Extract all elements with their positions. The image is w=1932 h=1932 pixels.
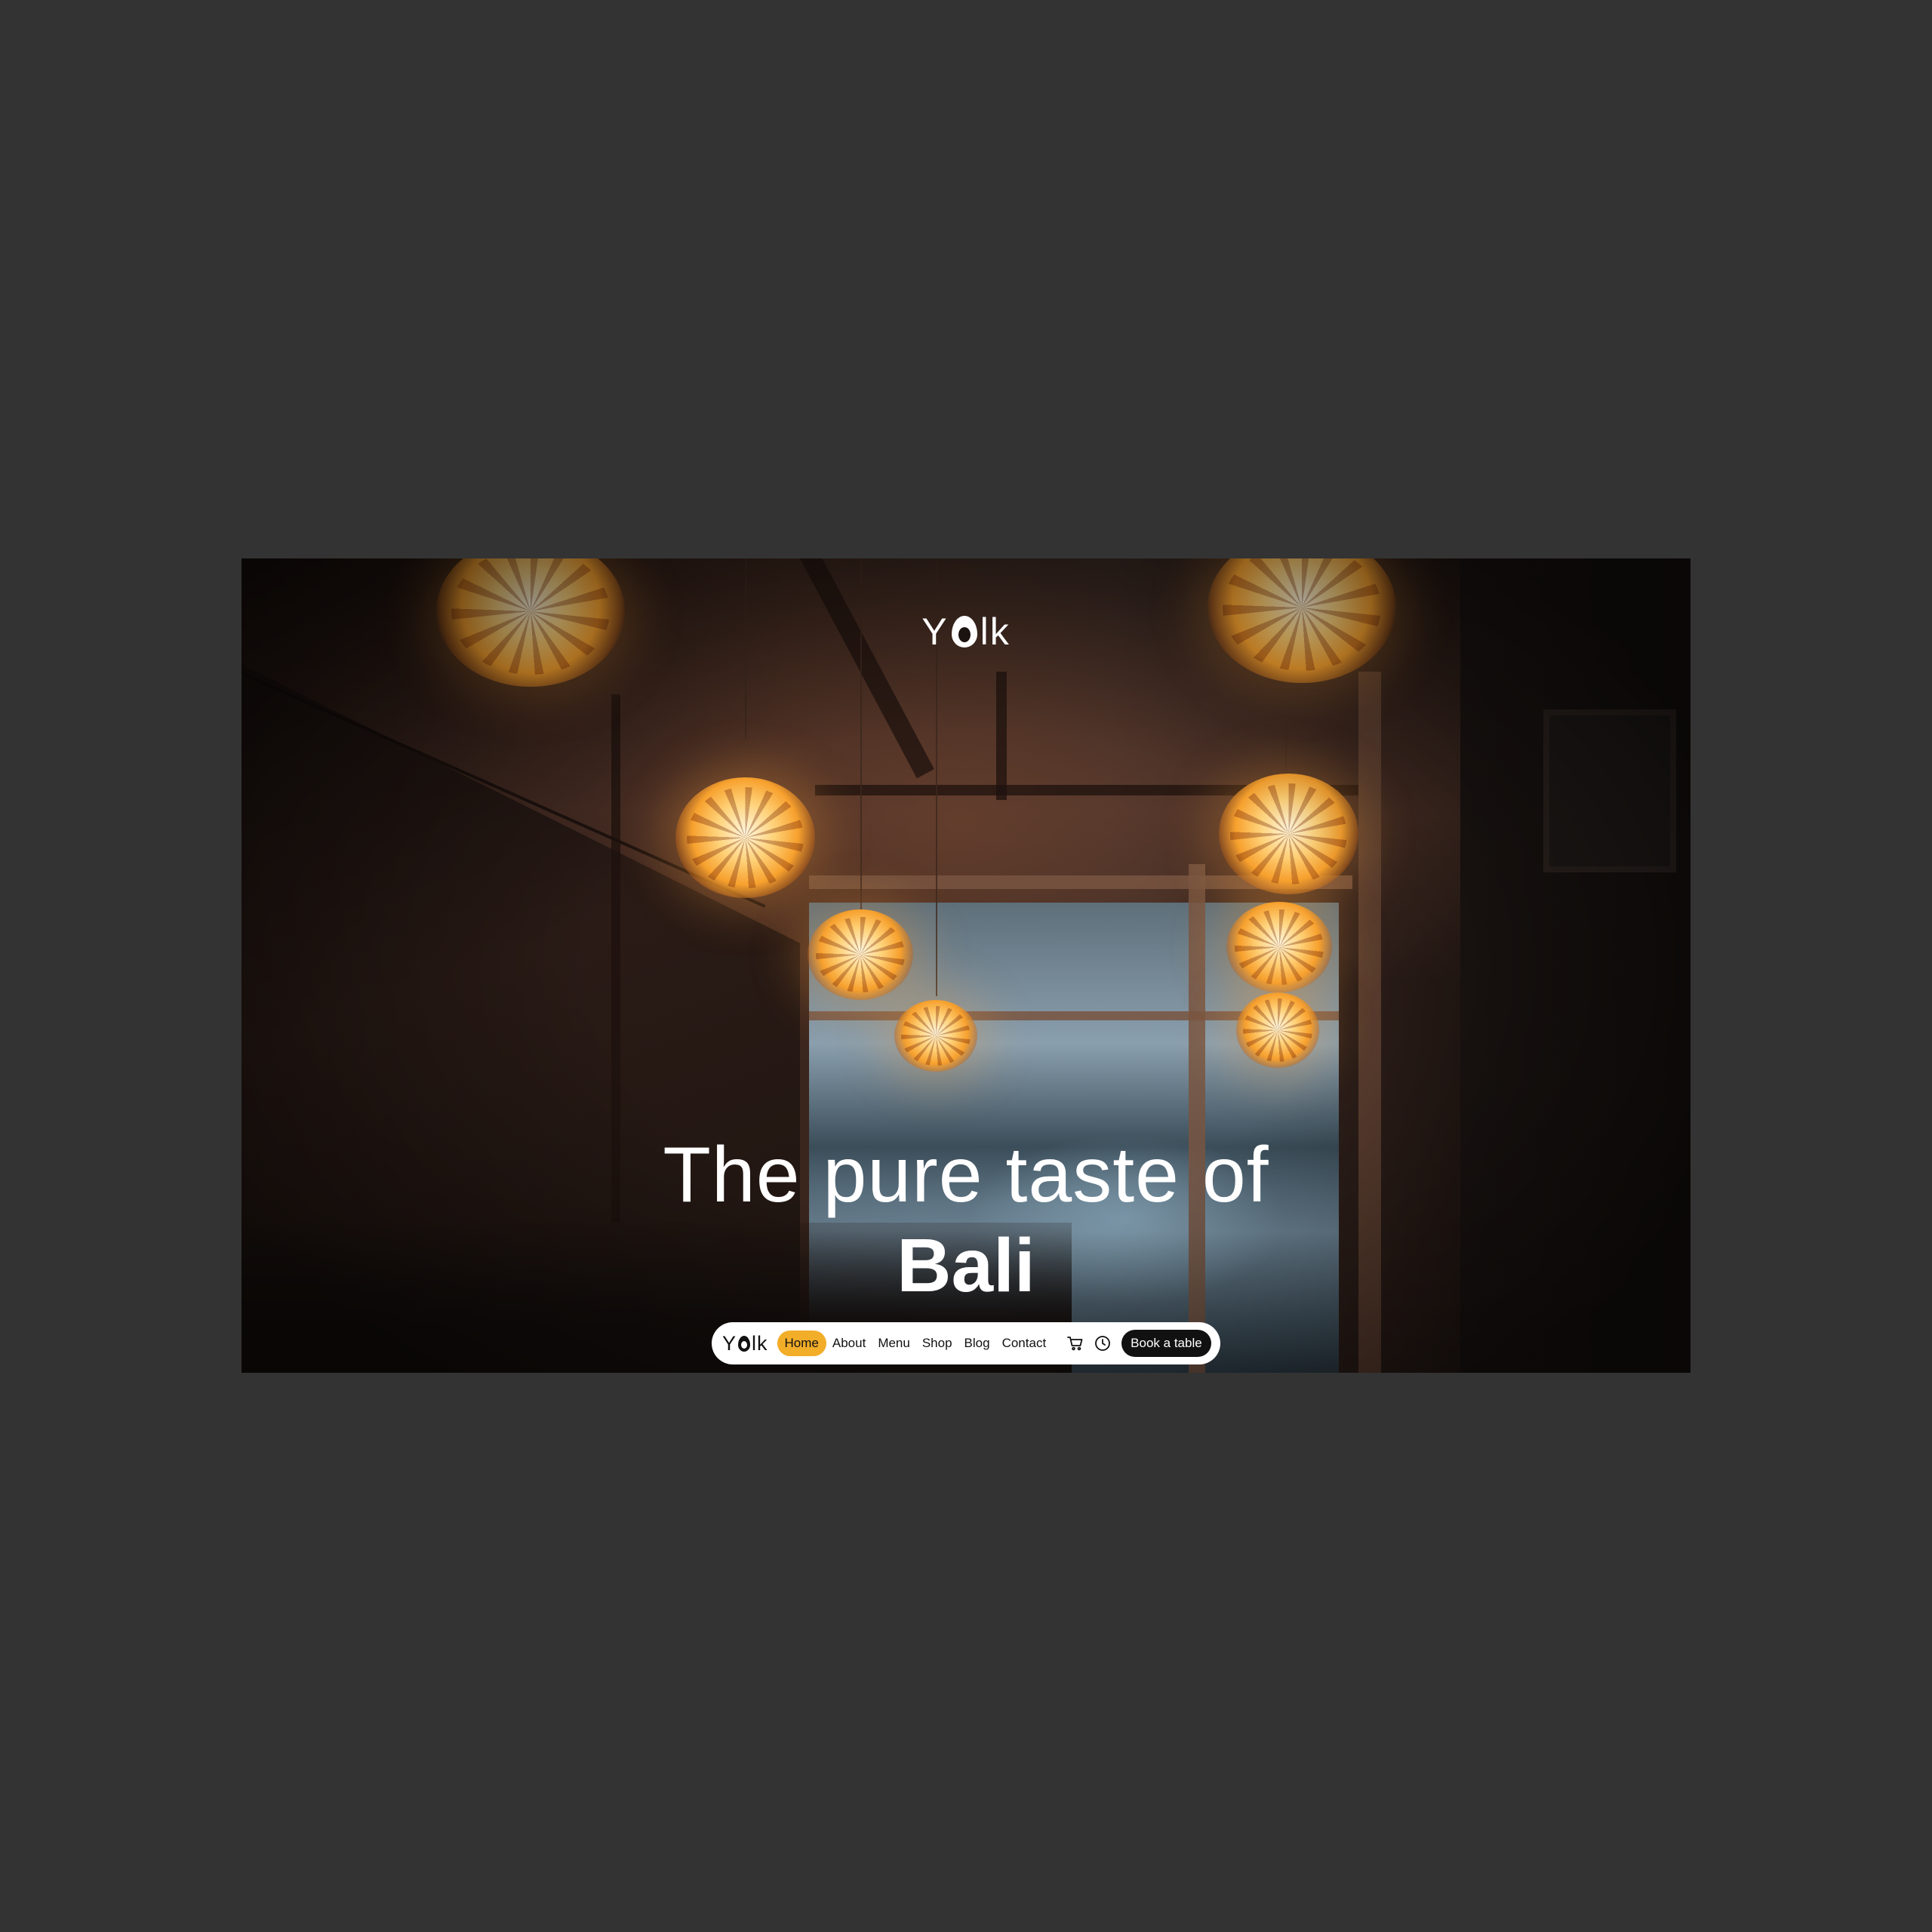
nav-item-about[interactable]: About [826,1331,872,1356]
nav-item-home[interactable]: Home [777,1331,826,1356]
hero-headline-line1: The pure taste of [663,1131,1269,1219]
nav-logo-prefix: Y [722,1331,737,1355]
navbar: Ylk Home About Menu Shop Blog Contact Bo… [712,1322,1220,1364]
logo-prefix: Y [921,611,949,653]
hero-frame: Ylk The pure taste of Bali Ylk Home Abou… [242,558,1690,1373]
nav-icons [1066,1334,1120,1353]
cart-icon[interactable] [1066,1334,1085,1353]
hero-headline-line2: Bali [897,1223,1035,1308]
egg-icon [738,1335,751,1352]
book-a-table-button[interactable]: Book a table [1121,1330,1211,1357]
nav-item-contact[interactable]: Contact [996,1331,1053,1356]
logo-suffix: lk [980,611,1011,653]
nav-item-blog[interactable]: Blog [958,1331,996,1356]
header-logo[interactable]: Ylk [242,613,1690,651]
navbar-logo[interactable]: Ylk [722,1332,768,1355]
nav-logo-suffix: lk [752,1331,768,1355]
nav-links: Home About Menu Shop Blog Contact [777,1331,1053,1356]
clock-icon[interactable] [1093,1334,1112,1353]
nav-item-menu[interactable]: Menu [872,1331,916,1356]
nav-item-shop[interactable]: Shop [916,1331,958,1356]
egg-icon [951,616,977,648]
hero-headline: The pure taste of Bali [242,1128,1690,1309]
